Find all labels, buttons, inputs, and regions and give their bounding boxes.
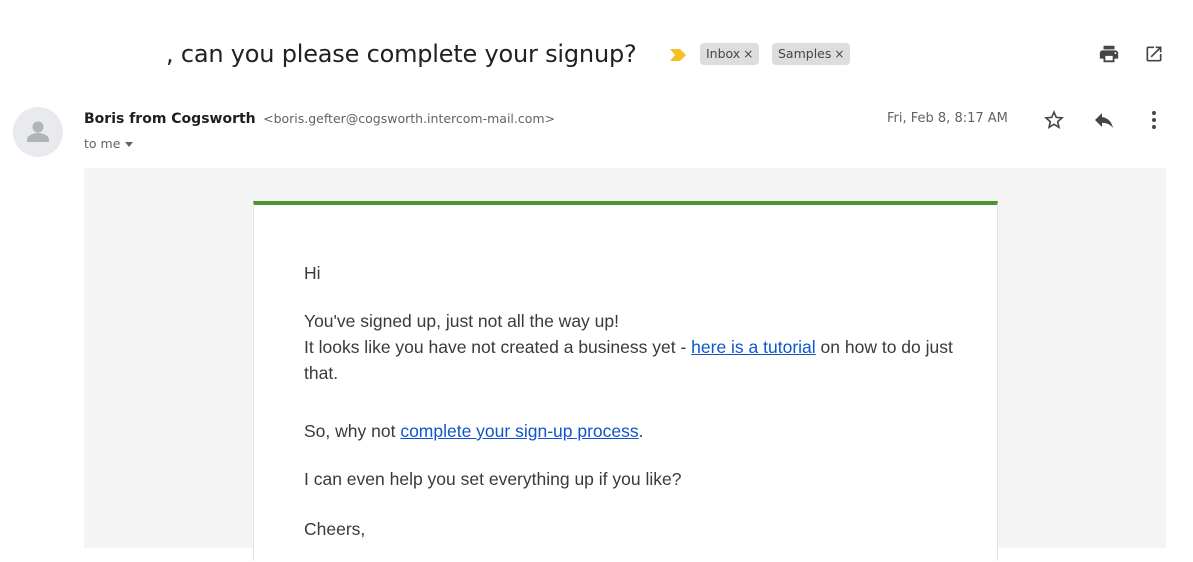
label-chip-samples[interactable]: Samples ×: [772, 43, 851, 65]
email-subject: , can you please complete your signup?: [166, 40, 637, 68]
tutorial-link[interactable]: here is a tutorial: [691, 337, 816, 357]
reply-button[interactable]: [1090, 106, 1118, 134]
label-chip-text: Inbox: [706, 46, 741, 61]
message-date: Fri, Feb 8, 8:17 AM: [887, 111, 1008, 126]
importance-marker-icon[interactable]: [668, 47, 688, 63]
more-options-button[interactable]: [1140, 106, 1168, 134]
avatar[interactable]: [13, 107, 63, 157]
print-button[interactable]: [1095, 40, 1123, 68]
complete-signup-link[interactable]: complete your sign-up process: [400, 421, 638, 441]
recipient-details-toggle[interactable]: to me: [84, 136, 134, 151]
open-in-new-window-button[interactable]: [1140, 40, 1168, 68]
message-paragraph: I can even help you set everything up if…: [304, 469, 682, 489]
subject-row: , can you please complete your signup? I…: [0, 30, 1193, 80]
sender-line: Boris from Cogsworth <boris.gefter@cogsw…: [84, 111, 555, 127]
message-text: You've signed up, just not all the way u…: [304, 311, 619, 331]
email-view: , can you please complete your signup? I…: [0, 0, 1193, 562]
default-avatar-icon: [27, 121, 49, 142]
label-chip-text: Samples: [778, 46, 832, 61]
message-paragraph: So, why not complete your sign-up proces…: [304, 418, 644, 444]
greeting: Hi: [304, 263, 321, 283]
print-icon: [1099, 45, 1119, 63]
signoff: Cheers,: [304, 519, 366, 539]
message-card: Hi You've signed up, just not all the wa…: [253, 201, 998, 561]
reply-icon: [1095, 113, 1113, 128]
message-text: It looks like you have not created a bus…: [304, 337, 692, 357]
recipient-text: to me: [84, 136, 121, 151]
star-button[interactable]: [1040, 106, 1068, 134]
open-in-new-window-icon: [1146, 46, 1162, 62]
caret-down-icon: [125, 142, 134, 147]
label-chip-inbox[interactable]: Inbox ×: [700, 43, 760, 65]
sender-email: <boris.gefter@cogsworth.intercom-mail.co…: [263, 111, 556, 126]
more-vert-icon: [1152, 111, 1156, 129]
sender-name[interactable]: Boris from Cogsworth: [84, 111, 256, 127]
star-icon: [1044, 110, 1064, 129]
message-text: So, why not: [304, 421, 401, 441]
message-text: .: [638, 421, 644, 441]
remove-label-icon[interactable]: ×: [834, 47, 844, 61]
message-paragraph: You've signed up, just not all the way u…: [304, 308, 954, 386]
remove-label-icon[interactable]: ×: [743, 47, 753, 61]
